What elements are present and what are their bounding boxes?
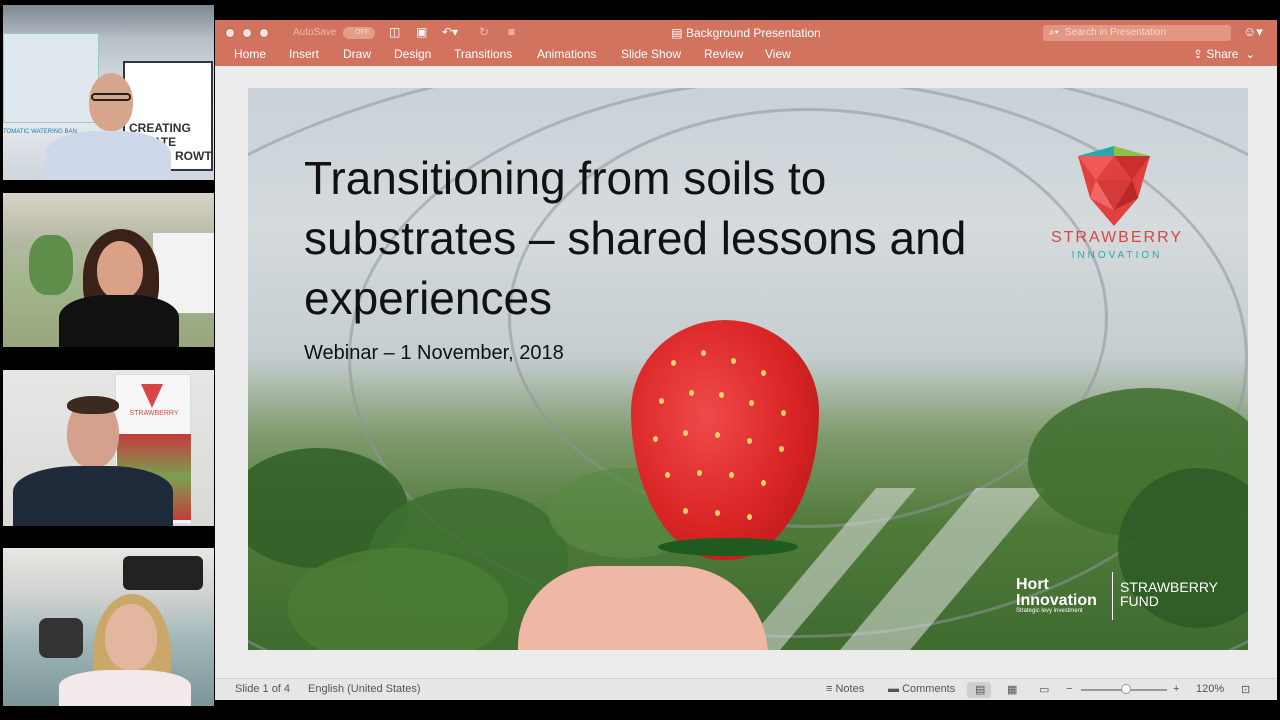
- person-head: [105, 604, 157, 670]
- hort-innovation-logo: Hort Innovation: [1016, 577, 1097, 609]
- strawberry-fund-logo: STRAWBERRY FUND: [1120, 580, 1218, 608]
- slide-subtitle[interactable]: Webinar – 1 November, 2018: [304, 342, 564, 365]
- status-bar: Slide 1 of 4 English (United States) ≡ N…: [215, 678, 1277, 700]
- person-body: [13, 466, 173, 526]
- search-icon: ⌕▾: [1049, 27, 1059, 38]
- powerpoint-window: AutoSave OFF ◫ ▣ ↶▾ ↻ ≡ ▤ Background Pre…: [215, 20, 1277, 700]
- person-body: [59, 670, 191, 706]
- comments-button[interactable]: ▬ Comments: [888, 683, 955, 695]
- share-button[interactable]: ⇪ Share ⌄: [1193, 47, 1255, 61]
- tab-home[interactable]: Home: [234, 47, 266, 61]
- person-head: [89, 73, 133, 131]
- search-input[interactable]: ⌕▾ Search in Presentation: [1043, 25, 1231, 41]
- reading-view-icon[interactable]: ▭: [1039, 683, 1049, 696]
- document-title-text: Background Presentation: [685, 26, 821, 40]
- fit-to-window-icon[interactable]: ⊡: [1241, 683, 1250, 696]
- zoom-slider-handle[interactable]: [1121, 684, 1131, 694]
- notes-button[interactable]: ≡ Notes: [826, 683, 864, 695]
- document-icon: ▤: [671, 26, 683, 40]
- chevron-down-icon: ⌄: [1241, 47, 1256, 61]
- strawberry-innovation-logo-icon: [1078, 146, 1150, 226]
- person-body: [45, 131, 171, 180]
- hort-tagline: Strategic levy investment: [1016, 608, 1083, 614]
- banner-text: STRAWBERRY: [129, 410, 179, 417]
- logo-subtext: INNOVATION: [1071, 250, 1163, 261]
- video-tile-participant-2[interactable]: [3, 193, 214, 347]
- slide-counter: Slide 1 of 4: [235, 683, 291, 695]
- slide[interactable]: Transitioning from soils to substrates –…: [248, 88, 1248, 650]
- fund-logo-line1: STRAWBERRY: [1120, 579, 1219, 595]
- tab-transitions[interactable]: Transitions: [454, 47, 512, 61]
- person-hair: [67, 396, 119, 414]
- language-indicator[interactable]: English (United States): [308, 683, 421, 695]
- title-bar: AutoSave OFF ◫ ▣ ↶▾ ↻ ≡ ▤ Background Pre…: [215, 20, 1277, 46]
- logo-divider: [1112, 572, 1113, 620]
- normal-view-icon: ▤: [975, 684, 986, 696]
- tab-design[interactable]: Design: [394, 47, 431, 61]
- logo-wordmark: STRAWBERRY: [1050, 229, 1183, 246]
- feedback-smiley-icon[interactable]: ☺▾: [1243, 24, 1263, 40]
- comments-label: Comments: [902, 683, 956, 695]
- share-label: Share: [1206, 47, 1239, 61]
- tab-animations[interactable]: Animations: [537, 47, 596, 61]
- hort-logo-line2: Innovation: [1016, 592, 1097, 609]
- hort-logo-line1: Hort: [1016, 576, 1049, 593]
- strawberry-calyx: [658, 538, 798, 556]
- video-tile-participant-3[interactable]: STRAWBERRY: [3, 370, 214, 526]
- ribbon-tabs: Home Insert Draw Design Transitions Anim…: [215, 46, 1277, 66]
- video-tile-participant-1[interactable]: TOMATIC WATERING BAN CREATING MATE ROWT: [3, 5, 214, 180]
- share-icon: ⇪: [1193, 47, 1204, 61]
- zoom-in-icon[interactable]: +: [1173, 683, 1179, 695]
- tab-insert[interactable]: Insert: [289, 47, 319, 61]
- search-placeholder: Search in Presentation: [1065, 27, 1167, 38]
- banner-small-text: TOMATIC WATERING BAN: [3, 129, 77, 135]
- zoom-out-icon[interactable]: −: [1066, 683, 1072, 695]
- tab-slide-show[interactable]: Slide Show: [621, 47, 681, 61]
- glasses-icon: [91, 93, 131, 101]
- slide-canvas-area: Transitioning from soils to substrates –…: [215, 66, 1277, 678]
- screen: TOMATIC WATERING BAN CREATING MATE ROWT …: [0, 0, 1280, 720]
- tab-draw[interactable]: Draw: [343, 47, 371, 61]
- slide-title[interactable]: Transitioning from soils to substrates –…: [304, 148, 984, 328]
- video-participant-strip: TOMATIC WATERING BAN CREATING MATE ROWT …: [0, 0, 216, 720]
- comments-icon: ▬: [888, 683, 903, 695]
- video-tile-participant-4[interactable]: [3, 548, 214, 706]
- zoom-level[interactable]: 120%: [1196, 683, 1224, 695]
- person-body: [59, 295, 179, 347]
- tab-review[interactable]: Review: [704, 47, 743, 61]
- notes-label: Notes: [835, 683, 865, 695]
- slide-sorter-view-icon[interactable]: ▦: [1007, 683, 1017, 696]
- person-head: [97, 241, 143, 299]
- banner-text: ROWT: [175, 149, 212, 163]
- fund-logo-line2: FUND: [1120, 593, 1159, 609]
- tab-view[interactable]: View: [765, 47, 791, 61]
